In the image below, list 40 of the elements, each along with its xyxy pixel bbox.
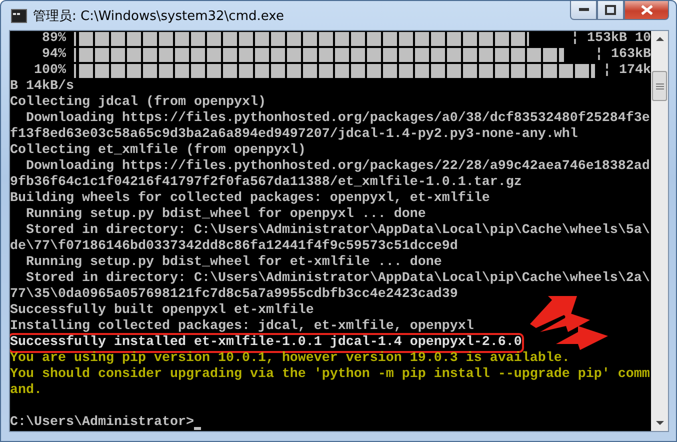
console-line: Installing collected packages: jdcal, et-xmlfile, openpyxl <box>10 319 474 335</box>
console-line: 77\35\0da0965a057698121fc7d8c5a7a9955cdbfb3cc4e2423cad39 <box>10 287 458 303</box>
console-line: B 14kB/s <box>10 79 74 95</box>
console-line: You should consider upgrading via the 'python -m pip install --upgrade pip' comm <box>10 367 650 383</box>
console-line: f13f8ed63e03c58a65c9d3ba2a6a894ed9497207/jdcal-1.4-py2.py3-none-any.whl <box>10 127 578 143</box>
console-line: de\77\f07186146bd0337342dd8c86fa12441f4f9c59573c51dcce9d <box>10 239 458 255</box>
window-title: 管理员: C:\Windows\system32\cmd.exe <box>33 8 284 24</box>
console-line: Successfully installed et-xmlfile-1.0.1 jdcal-1.4 openpyxl-2.6.0 <box>10 335 522 351</box>
console-line: You are using pip version 10.0.1, however version 19.0.3 is available. <box>10 351 570 367</box>
close-icon <box>640 5 652 15</box>
arrow-annotation <box>556 326 608 350</box>
progress-percent: 94% <box>41 47 67 63</box>
close-button[interactable] <box>624 1 669 20</box>
console-line: Downloading https://files.pythonhosted.org/packages/a0/38/dcf83532480f25284f3e <box>24 111 650 127</box>
console-line: Stored in directory: C:\Users\Administrator\AppData\Local\pip\Cache\wheels\5a\ <box>24 223 650 239</box>
minimize-button[interactable] <box>570 1 597 20</box>
minimize-icon <box>578 8 588 12</box>
console-line: Successfully built openpyxl et-xmlfile <box>10 303 314 319</box>
console-line: Collecting jdcal (from openpyxl) <box>10 95 266 111</box>
grip-icon <box>656 82 664 90</box>
console-line: 9fb36f64c1c1f04216f41797f2f0fa567da11388/et_xmlfile-1.0.1.tar.gz <box>10 175 522 191</box>
console-line: Running setup.py bdist_wheel for openpyxl ... done <box>24 207 426 223</box>
console-line: Downloading https://files.pythonhosted.org/packages/22/28/a99c42aea746e18382ad <box>24 159 650 175</box>
maximize-icon <box>605 5 616 15</box>
scrollbar[interactable] <box>651 31 668 431</box>
maximize-button[interactable] <box>597 1 624 20</box>
command-prompt: C:\Users\Administrator> <box>10 415 194 431</box>
console-icon <box>11 8 27 22</box>
console-line: Stored in directory: C:\Users\Administrator\AppData\Local\pip\Cache\wheels\2a\ <box>24 271 650 287</box>
progress-info: ¦ 153kB 10 <box>571 31 651 47</box>
progress-percent: 100% <box>33 63 67 79</box>
console-line: Running setup.py bdist_wheel for et-xmlfile ... done <box>24 255 442 271</box>
progress-info: ¦ 163kB <box>595 47 651 63</box>
progress-percent: 89% <box>41 31 67 47</box>
console-line: Collecting et_xmlfile (from openpyxl) <box>10 143 306 159</box>
progress-info: ¦ 174k <box>603 63 651 79</box>
text-cursor <box>194 427 201 430</box>
console-line: Building wheels for collected packages: openpyxl, et-xmlfile <box>10 191 490 207</box>
scroll-thumb[interactable] <box>652 71 667 101</box>
console-line: and. <box>10 383 42 399</box>
